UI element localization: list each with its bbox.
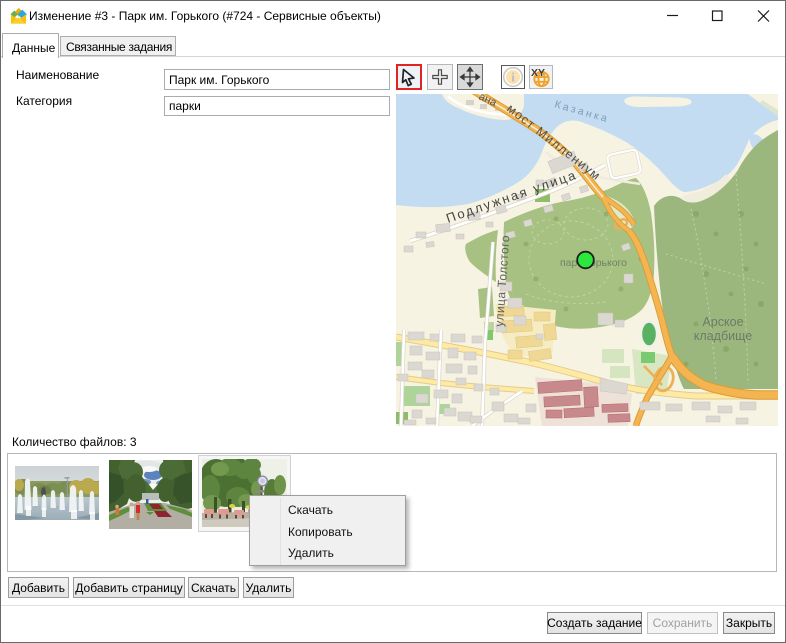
svg-text:i: i [511,70,515,85]
svg-text:кладбище: кладбище [694,329,752,343]
svg-text:Арское: Арское [702,315,743,329]
svg-text:XY: XY [531,67,545,79]
